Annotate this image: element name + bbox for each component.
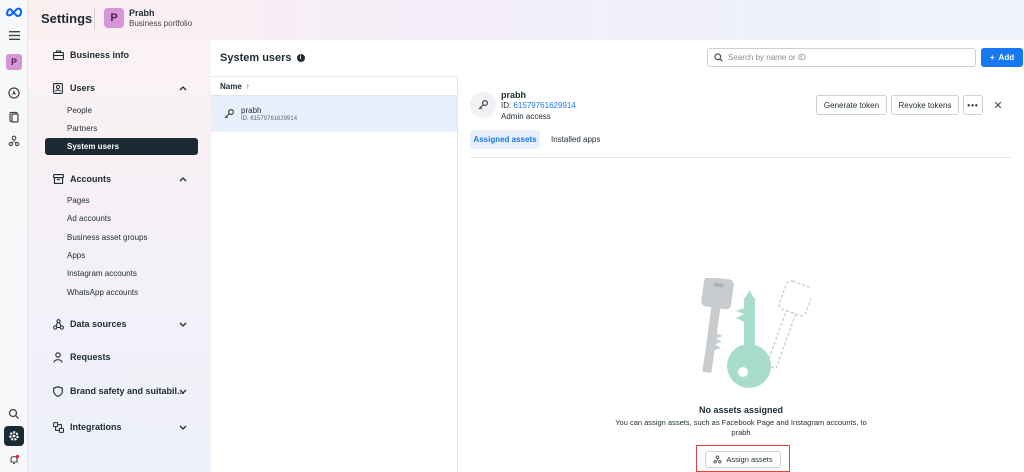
chevron-up-icon[interactable] (178, 83, 188, 93)
add-button[interactable]: + Add (981, 48, 1023, 67)
settings-gear-icon[interactable] (4, 426, 24, 446)
empty-state-description: You can assign assets, such as Facebook … (615, 418, 867, 437)
row-user-id: ID: 61579761629914 (241, 116, 298, 122)
search-input[interactable] (728, 53, 958, 62)
chevron-down-icon[interactable] (178, 319, 188, 329)
keys-illustration (701, 278, 811, 388)
revoke-tokens-button[interactable]: Revoke tokens (891, 95, 959, 115)
highlight-box: Assign assets (696, 445, 790, 472)
nav-item-apps[interactable]: Apps (67, 251, 85, 260)
nav-item-system-users[interactable]: System users (45, 138, 198, 155)
page-title: System users i (220, 52, 305, 64)
chevron-down-icon[interactable] (178, 386, 188, 396)
settings-title: Settings (41, 11, 93, 26)
nav-integrations[interactable]: Integrations (52, 421, 122, 433)
nav-requests[interactable]: Requests (52, 351, 111, 363)
close-icon[interactable]: ✕ (991, 98, 1005, 112)
documents-icon[interactable] (4, 107, 24, 127)
search-box[interactable] (707, 48, 976, 67)
nav-users[interactable]: Users (52, 82, 95, 94)
row-user-name: prabh (241, 106, 262, 115)
tab-assigned-assets[interactable]: Assigned assets (470, 130, 540, 149)
tabs-divider (470, 157, 1011, 158)
main-panel: System users i + Add Name ↑ prabh ID: 61… (211, 40, 1024, 472)
nav-item-whatsapp-accounts[interactable]: WhatsApp accounts (67, 288, 138, 297)
sort-by-name[interactable]: Name ↑ (220, 82, 250, 91)
tab-installed-apps[interactable]: Installed apps (551, 135, 600, 144)
archive-box-icon (52, 173, 64, 185)
chevron-down-icon[interactable] (178, 422, 188, 432)
search-icon[interactable] (4, 404, 24, 424)
plus-icon: + (989, 53, 995, 62)
portfolio-avatar-small[interactable]: P (4, 52, 24, 72)
pane-divider (457, 76, 458, 472)
portfolio-subtitle: Business portfolio (129, 19, 193, 28)
search-icon (714, 53, 723, 62)
people-network-icon[interactable] (4, 131, 24, 151)
data-sources-icon (52, 318, 64, 330)
empty-state-title: No assets assigned (698, 405, 784, 415)
portfolio-name[interactable]: Prabh (129, 8, 155, 18)
shield-icon (52, 385, 64, 397)
nav-item-instagram-accounts[interactable]: Instagram accounts (67, 269, 137, 278)
nav-item-business-asset-groups[interactable]: Business asset groups (67, 233, 148, 242)
nav-item-pages[interactable]: Pages (67, 196, 90, 205)
generate-token-button[interactable]: Generate token (816, 95, 887, 115)
people-network-icon (713, 455, 722, 464)
nav-brand-safety[interactable]: Brand safety and suitabil... (52, 385, 185, 397)
nav-accounts[interactable]: Accounts (52, 173, 111, 185)
hamburger-menu-icon[interactable] (4, 25, 24, 45)
settings-sidebar: Business info Users People Partners Syst… (28, 40, 211, 472)
header-divider (94, 8, 95, 30)
nav-business-info[interactable]: Business info (52, 49, 129, 61)
key-icon (478, 99, 489, 110)
nav-item-ad-accounts[interactable]: Ad accounts (67, 214, 111, 223)
detail-user-id: ID: 61579761629914 (501, 101, 576, 110)
nav-item-people[interactable]: People (67, 106, 92, 115)
meta-logo-icon[interactable] (4, 2, 24, 22)
detail-user-name: prabh (501, 90, 527, 100)
key-icon (224, 108, 235, 119)
assign-assets-button[interactable]: Assign assets (705, 451, 781, 468)
list-header: Name ↑ (211, 76, 457, 96)
access-level: Admin access (501, 112, 551, 121)
user-card-icon (52, 82, 64, 94)
system-user-avatar (470, 92, 496, 118)
user-id-link[interactable]: 61579761629914 (513, 101, 575, 110)
sort-arrow-up-icon: ↑ (245, 82, 250, 91)
notifications-bell-icon[interactable] (4, 450, 24, 470)
briefcase-icon (52, 49, 64, 61)
person-icon (52, 351, 64, 363)
nav-item-partners[interactable]: Partners (67, 124, 97, 133)
integrations-icon (52, 421, 64, 433)
chevron-up-icon[interactable] (178, 174, 188, 184)
compass-icon[interactable] (4, 83, 24, 103)
system-user-row[interactable]: prabh ID: 61579761629914 (211, 96, 457, 132)
info-icon[interactable]: i (296, 54, 305, 62)
more-options-button[interactable]: ••• (963, 95, 983, 115)
portfolio-avatar[interactable]: P (104, 8, 124, 28)
nav-data-sources[interactable]: Data sources (52, 318, 127, 330)
app-rail: P (0, 0, 28, 472)
